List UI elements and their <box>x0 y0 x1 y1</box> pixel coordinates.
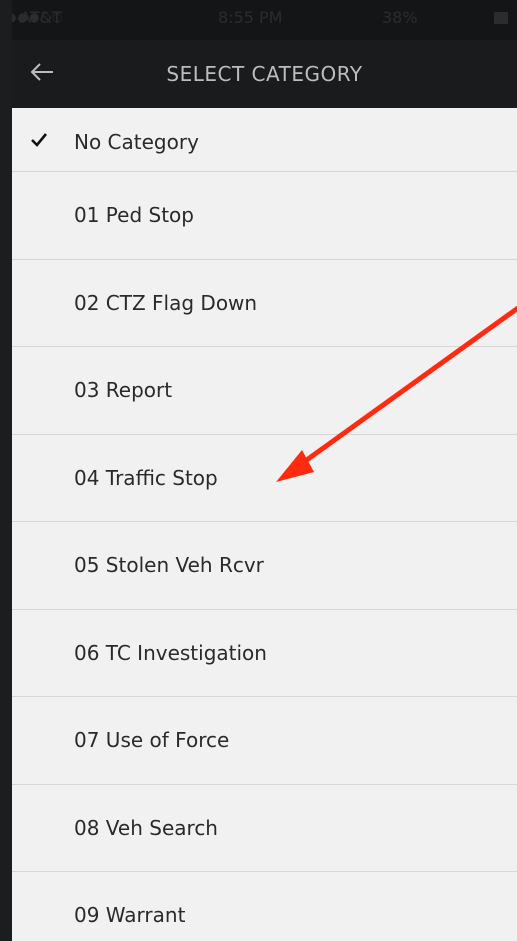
category-label: 07 Use of Force <box>74 728 230 753</box>
status-bar: ●●●○○ AT&T 8:55 PM 38% <box>12 0 517 40</box>
top-bar: SELECT CATEGORY <box>12 40 517 108</box>
category-label: 05 Stolen Veh Rcvr <box>74 553 264 578</box>
category-label: 06 TC Investigation <box>74 640 267 665</box>
category-list: No Category 01 Ped Stop 02 CTZ Flag Down… <box>12 108 517 941</box>
battery-icon <box>494 12 508 24</box>
category-item-warrant[interactable]: 09 Warrant <box>12 872 517 941</box>
category-item-report[interactable]: 03 Report <box>12 347 517 435</box>
category-label: 01 Ped Stop <box>74 203 194 228</box>
category-item-veh-search[interactable]: 08 Veh Search <box>12 785 517 872</box>
category-label: No Category <box>74 130 199 154</box>
category-item-no-category[interactable]: No Category <box>12 108 517 172</box>
category-label: 09 Warrant <box>74 903 186 928</box>
category-item-use-of-force[interactable]: 07 Use of Force <box>12 697 517 785</box>
category-label: 04 Traffic Stop <box>74 465 218 490</box>
category-label: 02 CTZ Flag Down <box>74 290 258 315</box>
app-screen: ●●●○○ AT&T 8:55 PM 38% SELECT CATEGORY N… <box>12 0 517 941</box>
category-item-tc-investigation[interactable]: 06 TC Investigation <box>12 610 517 697</box>
category-label: 08 Veh Search <box>74 815 218 840</box>
category-label: 03 Report <box>74 378 173 403</box>
page-title: SELECT CATEGORY <box>166 62 363 86</box>
category-item-traffic-stop[interactable]: 04 Traffic Stop <box>12 435 517 522</box>
category-item-ctz-flag-down[interactable]: 02 CTZ Flag Down <box>12 260 517 347</box>
checkmark-icon <box>31 133 48 147</box>
status-time: 8:55 PM <box>218 8 283 27</box>
carrier-name: AT&T <box>20 8 62 27</box>
category-item-stolen-veh-rcvr[interactable]: 05 Stolen Veh Rcvr <box>12 522 517 610</box>
battery-percent: 38% <box>382 8 418 27</box>
category-item-ped-stop[interactable]: 01 Ped Stop <box>12 172 517 260</box>
